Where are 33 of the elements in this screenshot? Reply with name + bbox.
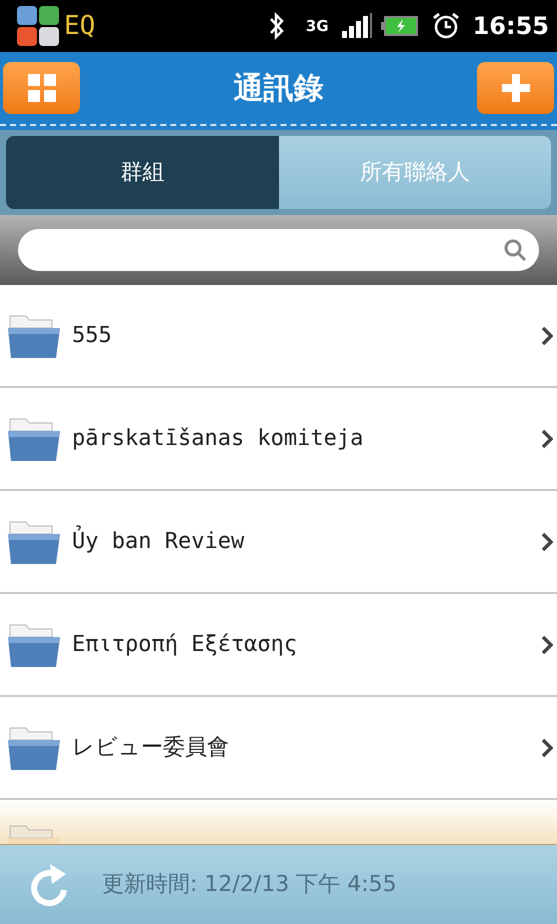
- screen-title: 通訊錄: [234, 70, 324, 108]
- search-field[interactable]: [18, 229, 539, 271]
- battery-icon: [380, 15, 419, 37]
- grid-icon: [28, 74, 56, 102]
- group-name: 555: [72, 322, 113, 350]
- plus-icon: [502, 74, 530, 102]
- bluetooth-icon: [268, 11, 286, 41]
- group-name: Επιτροπή Εξέτασης: [72, 631, 298, 659]
- folder-icon: [8, 314, 60, 358]
- chevron-right-icon: [541, 428, 553, 448]
- signal-icon: [340, 13, 373, 39]
- clock-time: 16:55: [472, 11, 549, 42]
- add-button[interactable]: [477, 62, 554, 114]
- group-name: Ủy ban Review: [72, 525, 541, 558]
- app-icon: [16, 5, 60, 47]
- folder-icon: [8, 416, 60, 460]
- folder-icon: [8, 622, 60, 666]
- folder-icon: [8, 520, 60, 564]
- group-name: pārskatīšanas komiteja: [72, 425, 364, 453]
- app-label: EQ: [64, 10, 96, 42]
- chevron-right-icon: [541, 532, 553, 552]
- chevron-right-icon: [541, 326, 553, 346]
- grid-menu-button[interactable]: [3, 62, 80, 114]
- refresh-icon: [28, 862, 70, 908]
- alarm-clock-icon: [430, 11, 461, 41]
- folder-icon: [8, 726, 60, 770]
- chevron-right-icon: [541, 634, 553, 654]
- network-label: 3G: [306, 18, 329, 34]
- chevron-right-icon: [541, 738, 553, 758]
- search-icon: [503, 238, 527, 262]
- last-updated-text: 更新時間: 12/2/13 下午 4:55: [102, 871, 397, 899]
- tab[interactable]: 群組: [6, 136, 278, 209]
- group-name: レビュー委員會: [72, 734, 230, 762]
